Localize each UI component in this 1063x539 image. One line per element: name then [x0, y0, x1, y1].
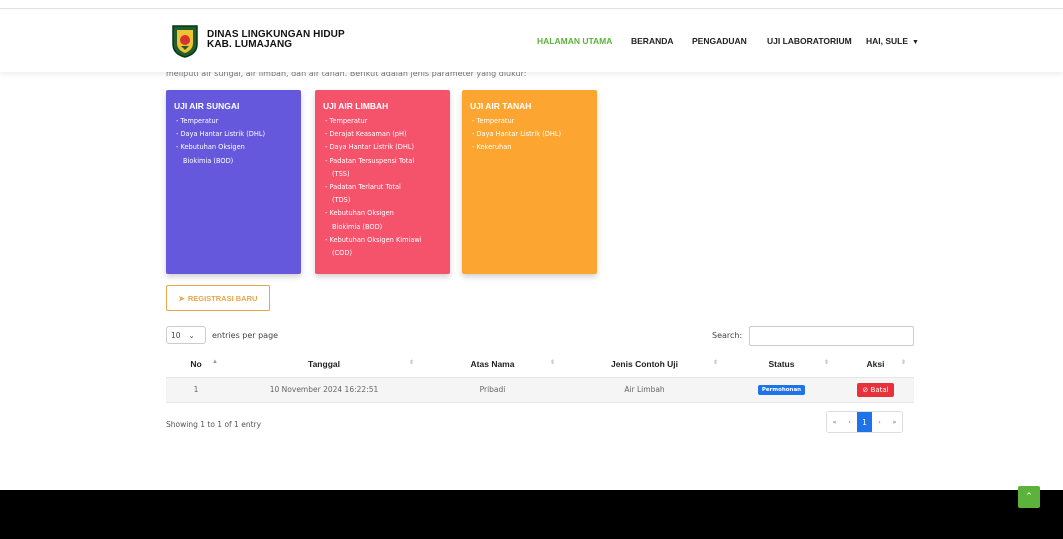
search-label: Search: — [712, 331, 743, 340]
card-title: UJI AIR SUNGAI — [174, 101, 240, 111]
cell-jenis: Air Limbah — [563, 377, 726, 403]
entries-label: entries per page — [212, 330, 279, 340]
card-item: - Kebutuhan Oksigen — [176, 143, 245, 152]
card-item: - Temperatur — [472, 117, 515, 125]
card-item: Biokimia (BOD) — [183, 156, 234, 165]
entries-select[interactable]: 10 ⌄ — [166, 326, 206, 344]
card-item: Biokimia (BOD) — [332, 222, 383, 231]
card-item: (COD) — [332, 249, 353, 258]
card-title: UJI AIR TANAH — [470, 101, 532, 111]
card-item: - Kekeruhan — [472, 143, 512, 152]
card-item: (TDS) — [332, 196, 351, 205]
col-header-label: Atas Nama — [470, 358, 515, 369]
card-uji-air-sungai: UJI AIR SUNGAI - Temperatur - Daya Hanta… — [166, 90, 301, 274]
site-footer — [0, 490, 1063, 539]
sort-icon: ⬍ — [900, 360, 906, 366]
card-item: - Daya Hantar Listrik (DHL) — [472, 130, 562, 139]
registrasi-baru-label: REGISTRASI BARU — [187, 293, 258, 303]
main-nav: HALAMAN UTAMA BERANDA PENGADUAN UJI LABO… — [0, 36, 1063, 50]
sort-icon: ⬍ — [823, 360, 829, 366]
nav-user-menu[interactable]: HAI, SULE ▼ — [866, 36, 919, 46]
caret-down-icon: ▼ — [912, 39, 919, 46]
card-uji-air-limbah: UJI AIR LIMBAH - Temperatur - Derajat Ke… — [315, 90, 450, 274]
next-page-button[interactable]: › — [872, 412, 887, 432]
registrations-table: No ▲ Tanggal ⬍ Atas Nama ⬍ Jenis Contoh Uji… — [166, 351, 914, 403]
card-item: - Derajat Keasaman (pH) — [325, 130, 407, 139]
card-item: - Temperatur — [176, 117, 219, 125]
search-input[interactable] — [749, 326, 914, 346]
card-item: - Temperatur — [325, 117, 368, 125]
cell-no: 1 — [166, 377, 226, 403]
sort-icon: ⬍ — [408, 360, 414, 366]
col-header-label: Tanggal — [308, 358, 340, 369]
col-header-atas-nama[interactable]: Atas Nama ⬍ — [422, 351, 563, 378]
entries-control: 10 ⌄ entries per page — [166, 326, 278, 344]
card-title: UJI AIR LIMBAH — [323, 101, 389, 111]
col-header-aksi[interactable]: Aksi ⬍ — [837, 351, 914, 378]
table-info: Showing 1 to 1 of 1 entry — [166, 420, 262, 429]
col-header-no[interactable]: No ▲ — [166, 351, 226, 378]
col-header-label: Status — [768, 358, 795, 369]
chevron-up-icon: ⌃ — [1025, 492, 1033, 502]
registrasi-baru-button[interactable]: ➤ REGISTRASI BARU — [166, 285, 270, 311]
card-item: - Padatan Tersuspensi Total — [325, 156, 415, 165]
nav-user-label: HAI, SULE — [866, 36, 909, 46]
col-header-status[interactable]: Status ⬍ — [726, 351, 837, 378]
send-icon: ➤ — [178, 293, 185, 303]
col-header-label: No — [190, 358, 202, 369]
entries-value: 10 — [171, 330, 181, 340]
card-item: - Daya Hantar Listrik (DHL) — [176, 130, 266, 139]
card-uji-air-tanah: UJI AIR TANAH - Temperatur - Daya Hantar… — [462, 90, 597, 274]
card-item: (TSS) — [332, 169, 350, 178]
cell-aksi: ⊘ Batal — [837, 377, 914, 403]
nav-halaman-utama[interactable]: HALAMAN UTAMA — [537, 36, 612, 46]
cell-atas-nama: Pribadi — [422, 377, 563, 403]
col-header-label: Jenis Contoh Uji — [610, 358, 679, 369]
prev-page-button[interactable]: ‹ — [842, 412, 857, 432]
first-page-button[interactable]: « — [827, 412, 842, 432]
card-item: - Padatan Terlarut Total — [325, 183, 401, 192]
cell-tanggal: 10 November 2024 16:22:51 — [226, 377, 422, 403]
nav-beranda[interactable]: BERANDA — [631, 36, 674, 46]
nav-pengaduan[interactable]: PENGADUAN — [692, 36, 747, 46]
page-1-button[interactable]: 1 — [857, 412, 872, 432]
sort-asc-icon: ▲ — [212, 359, 218, 365]
sort-icon: ⬍ — [712, 360, 718, 366]
batal-button[interactable]: ⊘ Batal — [857, 382, 894, 397]
pagination: « ‹ 1 › » — [826, 411, 903, 433]
top-strip — [0, 0, 1063, 9]
ban-icon: ⊘ — [862, 385, 869, 394]
col-header-jenis[interactable]: Jenis Contoh Uji ⬍ — [563, 351, 726, 378]
status-badge: Permohonan — [757, 385, 806, 395]
card-item: - Kebutuhan Oksigen — [325, 209, 394, 218]
chevron-down-icon: ⌄ — [188, 330, 195, 340]
col-header-label: Aksi — [866, 358, 885, 369]
scroll-to-top-button[interactable]: ⌃ — [1018, 486, 1040, 508]
last-page-button[interactable]: » — [887, 412, 902, 432]
col-header-tanggal[interactable]: Tanggal ⬍ — [226, 351, 422, 378]
sort-icon: ⬍ — [549, 360, 555, 366]
batal-label: Batal — [870, 385, 889, 394]
card-item: - Kebutuhan Oksigen Kimiawi — [325, 235, 422, 244]
table-row: 1 10 November 2024 16:22:51 Pribadi Air … — [166, 377, 914, 403]
site-header: DINAS LINGKUNGAN HIDUP KAB. LUMAJANG HAL… — [0, 10, 1063, 72]
cell-status: Permohonan — [726, 377, 837, 403]
card-item: - Daya Hantar Listrik (DHL) — [325, 143, 415, 152]
nav-uji-laboratorium[interactable]: UJI LABORATORIUM — [767, 36, 852, 46]
